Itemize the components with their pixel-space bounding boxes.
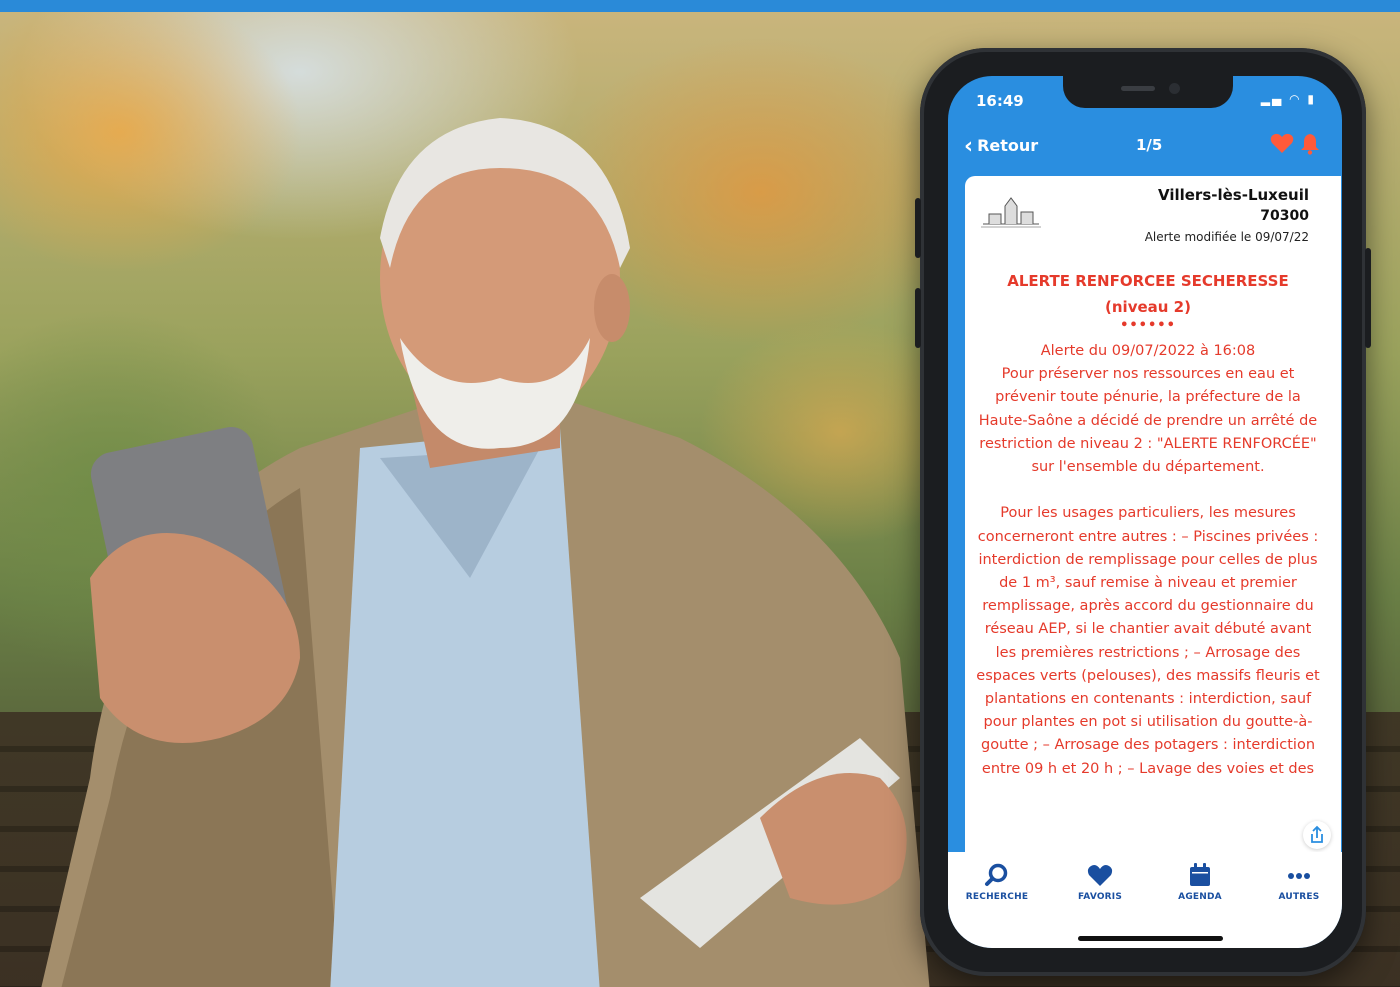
top-banner-band: [0, 0, 1400, 12]
back-button[interactable]: ‹ Retour: [964, 134, 1038, 159]
more-dots-icon: [1288, 873, 1310, 879]
postcode: 70300: [1260, 208, 1309, 224]
alert-body-text[interactable]: Alerte du 09/07/2022 à 16:08 Pour préser…: [973, 340, 1323, 781]
home-indicator[interactable]: [1078, 936, 1223, 941]
commune-name: Villers-lès-Luxeuil: [1157, 186, 1309, 204]
wifi-icon: ◠: [1289, 92, 1302, 106]
speaker-grille: [1121, 86, 1155, 91]
phone-side-button: [915, 198, 921, 258]
tab-agenda-label: AGENDA: [1178, 892, 1222, 902]
town-logo: [981, 197, 1041, 228]
status-time: 16:49: [976, 92, 1024, 110]
phone-power-button: [1365, 248, 1371, 348]
modified-date: Alerte modifiée le 09/07/22: [1144, 230, 1309, 244]
tab-favorites[interactable]: FAVORIS: [1051, 862, 1149, 902]
status-icons: ▂▄ ◠ ▮: [1261, 92, 1316, 106]
calendar-icon: [1190, 863, 1210, 886]
heart-icon: [1270, 133, 1294, 153]
phone-screen: 16:49 ▂▄ ◠ ▮ ‹ Retour 1/5 Villers-lès-Lux…: [948, 76, 1342, 948]
chevron-left-icon: ‹: [964, 134, 974, 159]
back-label: Retour: [977, 136, 1039, 155]
tab-agenda[interactable]: AGENDA: [1151, 862, 1249, 902]
phone-notch: [1063, 76, 1233, 108]
tab-search[interactable]: RECHERCHE: [948, 862, 1046, 902]
page-indicator: 1/5: [1136, 136, 1163, 154]
tab-others[interactable]: AUTRES: [1250, 862, 1342, 902]
signal-icon: ▂▄: [1260, 92, 1284, 106]
favorite-heart-button[interactable]: [1270, 132, 1294, 160]
tab-favorites-label: FAVORIS: [1077, 892, 1123, 902]
phone-side-button: [915, 288, 921, 348]
share-button[interactable]: [1303, 821, 1331, 849]
tab-others-label: AUTRES: [1278, 892, 1320, 902]
front-camera: [1169, 83, 1180, 94]
separator-dots: ••••••: [1120, 318, 1176, 333]
bottom-tab-bar: RECHERCHE FAVORIS AGENDA AUTRES: [948, 852, 1342, 948]
search-icon: [985, 863, 1008, 886]
top-navigation-bar: ‹ Retour 1/5: [948, 128, 1342, 168]
alert-card: Villers-lès-Luxeuil 70300 Alerte modifié…: [965, 176, 1341, 856]
alert-title: ALERTE RENFORCEE SECHERESSE (niveau 2): [1007, 272, 1289, 316]
bell-icon[interactable]: [1300, 133, 1320, 155]
smartphone-mockup: 16:49 ▂▄ ◠ ▮ ‹ Retour 1/5 Villers-lès-Lux…: [915, 48, 1371, 976]
heart-icon: [1087, 865, 1113, 886]
tab-search-label: RECHERCHE: [965, 892, 1029, 902]
battery-icon: ▮: [1307, 92, 1316, 106]
share-icon: [1311, 825, 1323, 843]
